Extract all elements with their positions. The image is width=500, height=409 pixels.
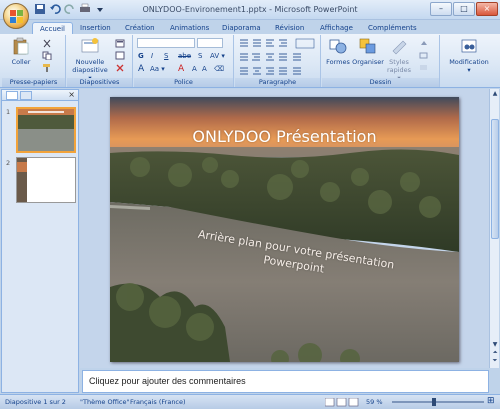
shapes-icon [329,39,347,54]
group-font: G I S abe S AV ▾ A Aa ▾ A A A ⌫ Police [134,35,234,87]
font-grow-button[interactable]: A [192,65,197,73]
next-slide-icon[interactable]: ⏷ [491,357,499,365]
group-label-slides: Diapositives [67,78,132,87]
group-clipboard: Coller Presse-papiers [2,35,66,87]
slide-title[interactable]: ONLYDOO Présentation [110,127,459,146]
tab-affichage[interactable]: Affichage [320,22,353,34]
change-case-button[interactable]: Aa ▾ [150,65,165,73]
zoom-level[interactable]: 59 % [366,398,383,406]
shadow-button[interactable]: S [198,52,202,60]
format-painter-icon[interactable] [42,63,52,72]
font-size-combo[interactable] [197,38,223,48]
slides-pane-tabs: × [2,90,78,101]
new-slide-icon [81,38,99,53]
italic-button[interactable]: I [151,52,153,60]
paragraph-tools-icon[interactable] [238,38,318,76]
tab-diaporama[interactable]: Diaporama [222,22,261,34]
group-drawing: Formes Organiser Styles rapides ▾ Dessin [322,35,440,87]
status-bar: Diapositive 1 sur 2 "Thème Office" Franç… [0,394,500,409]
theme-name: "Thème Office" [80,398,130,406]
thumbnail-image [18,109,74,151]
zoom-slider-thumb[interactable] [432,398,436,406]
thumbnail-number: 2 [6,159,11,167]
minimize-button[interactable]: – [430,2,452,16]
scroll-up-icon[interactable]: ▲ [491,90,499,98]
tab-revision[interactable]: Révision [275,22,304,34]
normal-view-icon [325,398,335,407]
slide-thumbnail-1[interactable] [16,107,76,153]
paste-button[interactable]: Coller [10,37,32,66]
reset-icon[interactable] [115,51,125,60]
slide-counter: Diapositive 1 sur 2 [5,398,66,406]
delete-slide-icon[interactable] [115,63,125,72]
shapes-button[interactable]: Formes [326,37,350,66]
underline-button[interactable]: S [164,52,168,60]
bold-button[interactable]: G [138,52,144,60]
vertical-scrollbar[interactable]: ▲ ▼ ⏶ ⏷ [489,89,499,368]
shape-fill-icon[interactable] [419,39,429,48]
tab-animations[interactable]: Animations [170,22,209,34]
slideshow-view-icon [348,398,359,407]
notes-placeholder: Cliquez pour ajouter des commentaires [89,376,246,386]
cut-icon[interactable] [42,39,52,48]
layout-icon[interactable] [115,39,125,48]
char-spacing-button[interactable]: AV ▾ [210,52,225,60]
shape-outline-icon[interactable] [419,51,429,60]
zoom-slider[interactable] [392,398,484,406]
copy-icon[interactable] [42,51,52,60]
scroll-down-icon[interactable]: ▼ [491,341,499,349]
group-label-drawing: Dessin [322,78,439,87]
group-label-clipboard: Presse-papiers [2,78,65,87]
paste-icon [13,37,29,55]
font-larger-button[interactable]: A [138,64,144,74]
notes-pane[interactable]: Cliquez pour ajouter des commentaires [82,370,489,393]
group-paragraph: Paragraphe [235,35,321,87]
strikethrough-button[interactable]: abe [178,52,191,60]
close-pane-icon[interactable]: × [68,90,75,99]
maximize-button[interactable]: □ [453,2,475,16]
binoculars-icon [461,39,477,53]
scrollbar-thumb[interactable] [491,119,499,239]
ribbon-tabs: Accueil Insertion Création Animations Di… [0,20,500,34]
tab-creation[interactable]: Création [125,22,155,34]
arrange-button[interactable]: Organiser [352,37,384,66]
ribbon: Coller Presse-papiers Nouvelle diapositi… [0,34,500,88]
group-label-font: Police [134,78,233,87]
fit-window-icon[interactable]: ⊞ [487,396,495,406]
shape-effects-icon[interactable] [419,63,429,72]
thumbnail-number: 1 [6,108,11,116]
slide-canvas[interactable]: ONLYDOO Présentation Arrière plan pour v… [110,97,459,362]
group-editing: Modification ▾ [441,35,497,87]
arrange-icon [359,38,376,54]
view-buttons[interactable] [325,398,359,407]
office-button[interactable] [3,3,29,29]
tab-accueil[interactable]: Accueil [32,22,73,34]
slides-pane: × 1 2 [1,89,79,393]
quick-styles-button[interactable]: Styles rapides ▾ [385,37,413,82]
font-shrink-button[interactable]: A [202,65,207,73]
language-indicator[interactable]: Français (France) [130,398,186,406]
font-color-button[interactable]: A [178,64,184,74]
tab-outline-view[interactable] [20,91,32,100]
modify-button[interactable]: Modification ▾ [441,37,497,74]
tab-complements[interactable]: Compléments [368,22,417,34]
slide-thumbnail-2[interactable] [16,157,76,203]
clear-format-button[interactable]: ⌫ [214,65,224,73]
slide-editor: ONLYDOO Présentation Arrière plan pour v… [80,89,489,368]
close-button[interactable]: × [476,2,498,16]
group-slides: Nouvelle diapositive ▾ Diapositives [67,35,133,87]
thumbnail-image [17,158,75,202]
prev-slide-icon[interactable]: ⏶ [491,349,499,357]
title-bar: ONLYDOO-Environement1.pptx - Microsoft P… [0,0,500,29]
font-name-combo[interactable] [137,38,195,48]
new-slide-button[interactable]: Nouvelle diapositive ▾ [71,37,109,82]
office-logo-icon [10,10,23,23]
tab-slides-view[interactable] [6,91,18,100]
group-label-paragraph: Paragraphe [235,78,320,87]
tab-insertion[interactable]: Insertion [80,22,111,34]
window-title: ONLYDOO-Environement1.pptx - Microsoft P… [142,5,358,14]
quick-styles-icon [392,40,407,55]
sorter-view-icon [336,398,347,407]
